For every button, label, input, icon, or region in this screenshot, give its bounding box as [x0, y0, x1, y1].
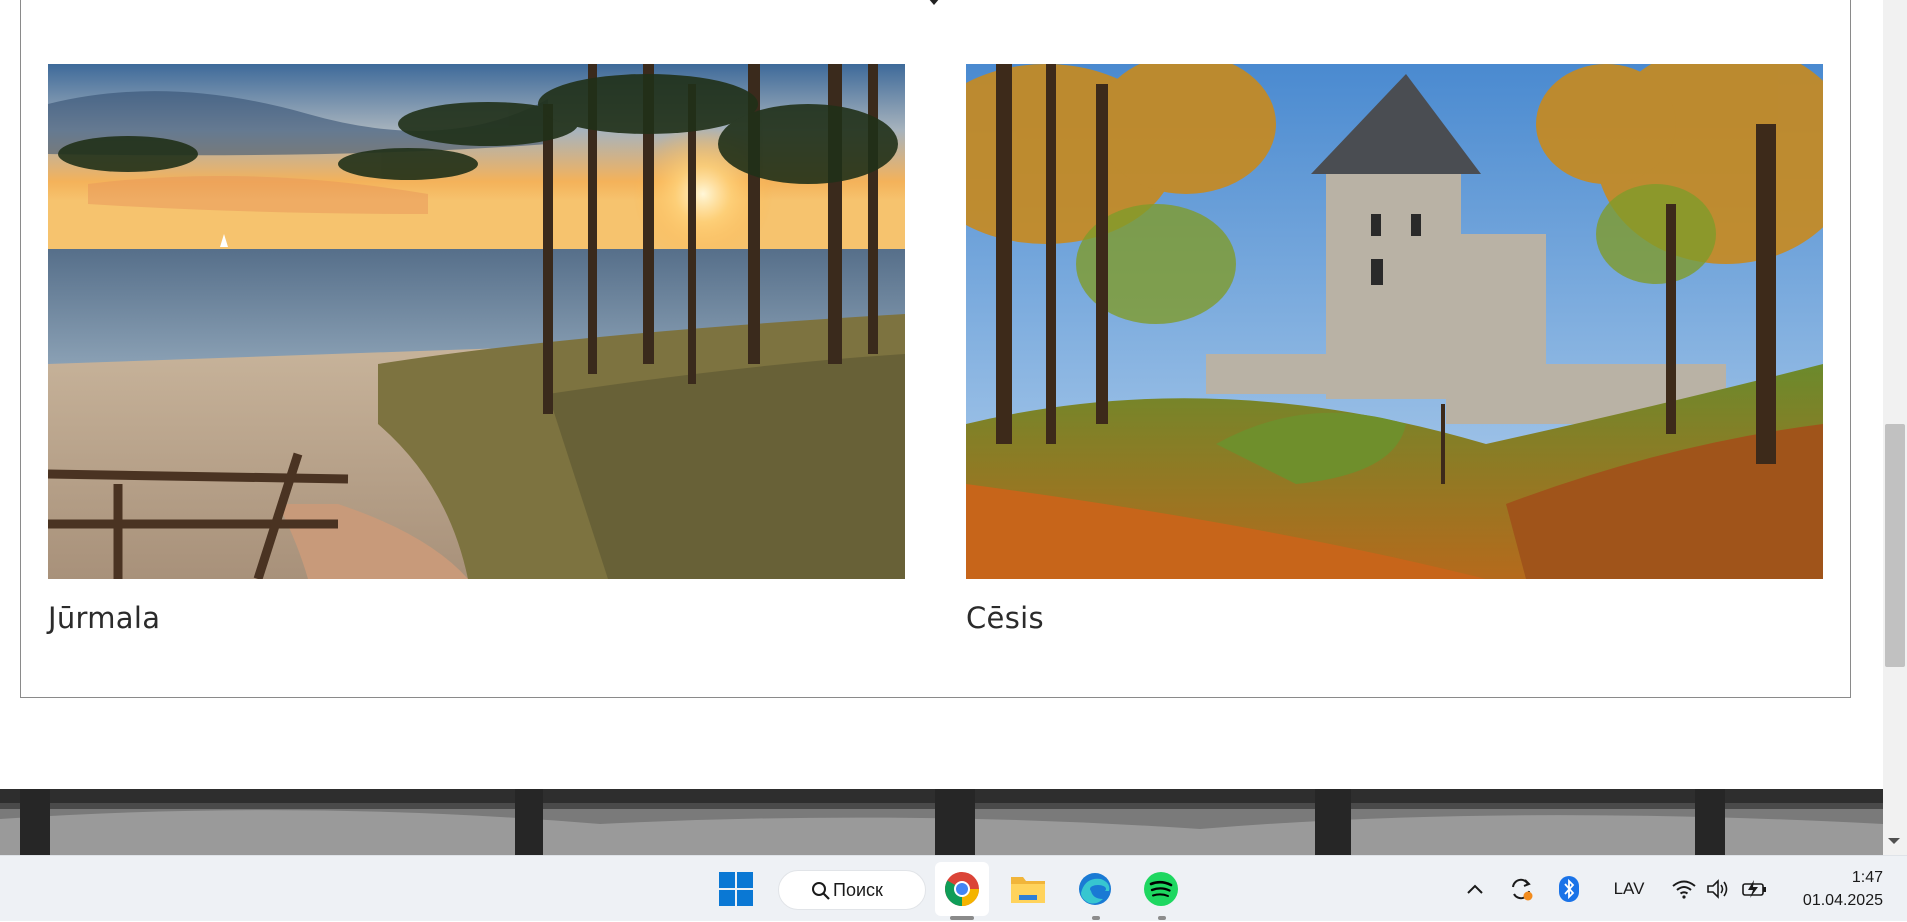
- taskbar-app-chrome[interactable]: [935, 862, 989, 916]
- show-hidden-icons-button[interactable]: [1460, 856, 1490, 922]
- chevron-up-icon: [1467, 884, 1483, 894]
- spotify-icon: [1144, 872, 1178, 906]
- jurmala-photo[interactable]: [48, 64, 905, 579]
- windows-logo-icon: [719, 872, 753, 906]
- file-explorer-icon: [1011, 877, 1045, 903]
- taskbar-app-edge[interactable]: [1068, 862, 1122, 916]
- bluetooth-icon: [1559, 876, 1579, 902]
- battery-button[interactable]: [1738, 856, 1772, 922]
- scrollbar-thumb[interactable]: [1885, 424, 1905, 667]
- sync-status-button[interactable]: [1504, 856, 1538, 922]
- running-app-indicator: [1158, 916, 1166, 920]
- taskbar-app-file-explorer[interactable]: [1001, 862, 1055, 916]
- taskbar-search-box[interactable]: Поиск: [778, 870, 926, 910]
- wifi-button[interactable]: [1668, 856, 1700, 922]
- wifi-icon: [1672, 880, 1696, 899]
- tile-caption-cesis[interactable]: Cēsis: [966, 601, 1823, 635]
- input-language-indicator[interactable]: LAV: [1604, 856, 1654, 922]
- volume-button[interactable]: [1702, 856, 1734, 922]
- screen: Jūrmala Cēsis Поиск LAV 1:47 01.04.2025: [0, 0, 1907, 921]
- tile-caption-jurmala[interactable]: Jūrmala: [48, 601, 905, 635]
- browser-content: Jūrmala Cēsis: [0, 0, 1883, 855]
- cesis-photo[interactable]: [966, 64, 1823, 579]
- scroll-down-arrow-icon[interactable]: [1888, 838, 1900, 844]
- search-label: Поиск: [833, 879, 883, 900]
- destination-tile-cesis[interactable]: Cēsis: [966, 64, 1823, 635]
- section-banner-image: [0, 789, 1883, 855]
- start-button[interactable]: [716, 856, 756, 922]
- caret-down-icon: [928, 0, 940, 5]
- taskbar-app-spotify[interactable]: [1134, 862, 1188, 916]
- clock-time: 1:47: [1851, 869, 1883, 886]
- chrome-icon: [945, 872, 979, 906]
- search-icon: [812, 882, 830, 900]
- bluetooth-button[interactable]: [1556, 856, 1582, 922]
- active-app-indicator: [950, 916, 974, 920]
- speaker-icon: [1707, 879, 1728, 899]
- battery-charging-icon: [1742, 880, 1766, 898]
- edge-icon: [1079, 873, 1111, 905]
- sync-icon: [1512, 878, 1533, 901]
- clock-date: 01.04.2025: [1802, 892, 1883, 909]
- running-app-indicator: [1092, 916, 1100, 920]
- destination-tile-jurmala[interactable]: Jūrmala: [48, 64, 905, 635]
- taskbar: Поиск LAV 1:47 01.04.2025: [0, 855, 1907, 921]
- taskbar-clock[interactable]: 1:47 01.04.2025: [1783, 866, 1883, 912]
